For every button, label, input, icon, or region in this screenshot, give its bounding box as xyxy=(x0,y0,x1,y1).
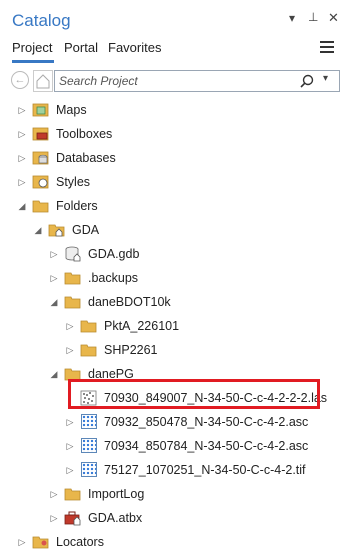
tree-item-label: SHP2261 xyxy=(104,343,158,357)
tree-item-danebdot10k[interactable]: ◢ daneBDOT10k xyxy=(0,291,350,315)
raster-icon xyxy=(81,414,97,429)
title-bar: Catalog ▾ ⊥ ✕ xyxy=(0,0,350,34)
toolbox-icon xyxy=(64,511,81,526)
folder-icon xyxy=(64,296,81,309)
folders-icon xyxy=(32,200,49,213)
expand-icon[interactable]: ▷ xyxy=(65,465,75,475)
tree-item-pkta[interactable]: ▷ PktA_226101 xyxy=(0,315,350,339)
tree-item-label: GDA xyxy=(72,223,100,237)
collapse-icon[interactable]: ◢ xyxy=(33,225,43,235)
tree-item-label: GDA.gdb xyxy=(88,247,140,261)
expand-icon[interactable]: ▷ xyxy=(49,513,59,523)
expand-icon[interactable]: ▷ xyxy=(17,105,27,115)
tree-item-label: .backups xyxy=(88,271,139,285)
catalog-pane: Catalog ▾ ⊥ ✕ Project Portal Favorites ←… xyxy=(0,0,350,553)
tree-item-label: Databases xyxy=(56,151,116,165)
tree-item-backups[interactable]: ▷ .backups xyxy=(0,267,350,291)
expand-icon[interactable]: ▷ xyxy=(49,249,59,259)
expand-icon[interactable]: ▷ xyxy=(65,441,75,451)
search-box: ▾ xyxy=(54,70,340,92)
tree-item-label: Locators xyxy=(56,535,104,549)
menu-icon[interactable] xyxy=(320,41,334,55)
pin-icon[interactable]: ⊥ xyxy=(308,10,318,24)
raster-icon xyxy=(81,438,97,453)
toolboxes-folder-icon xyxy=(32,127,49,141)
tab-project[interactable]: Project xyxy=(12,40,52,55)
back-arrow-icon[interactable]: ← xyxy=(11,71,29,89)
expand-icon[interactable]: ▷ xyxy=(17,177,27,187)
tree-item-label: PktA_226101 xyxy=(104,319,180,333)
tree-item-gda-atbx[interactable]: ▷ GDA.atbx xyxy=(0,507,350,531)
tree-item-toolboxes[interactable]: ▷ Toolboxes xyxy=(0,123,350,147)
active-tab-indicator xyxy=(12,60,54,63)
maps-folder-icon xyxy=(32,103,49,117)
expand-icon[interactable]: ▷ xyxy=(65,321,75,331)
pane-title: Catalog xyxy=(12,11,71,30)
highlight-annotation-box xyxy=(68,379,320,409)
tree-item-asc-1[interactable]: ▷ 70932_850478_N-34-50-C-c-4-2.asc xyxy=(0,411,350,435)
expand-icon[interactable]: ▷ xyxy=(65,417,75,427)
folder-icon xyxy=(64,272,81,285)
home-button[interactable] xyxy=(33,70,53,92)
raster-icon xyxy=(81,462,97,477)
tree-item-styles[interactable]: ▷ Styles xyxy=(0,171,350,195)
search-row: ← ▾ xyxy=(0,68,350,94)
tree-item-databases[interactable]: ▷ Databases xyxy=(0,147,350,171)
tree-item-label: 70934_850784_N-34-50-C-c-4-2.asc xyxy=(104,439,309,453)
expand-icon[interactable]: ▷ xyxy=(17,129,27,139)
tree-item-gda[interactable]: ◢ GDA xyxy=(0,219,350,243)
tree-item-label: ImportLog xyxy=(88,487,145,501)
home-folder-icon xyxy=(48,224,65,237)
tree-item-maps[interactable]: ▷ Maps xyxy=(0,99,350,123)
tree-item-label: Folders xyxy=(56,199,98,213)
tree-item-asc-2[interactable]: ▷ 70934_850784_N-34-50-C-c-4-2.asc xyxy=(0,435,350,459)
geodatabase-icon xyxy=(65,246,81,262)
tree-item-label: 70932_850478_N-34-50-C-c-4-2.asc xyxy=(104,415,309,429)
styles-folder-icon xyxy=(32,175,49,189)
collapse-icon[interactable]: ◢ xyxy=(49,297,59,307)
pane-options-icon[interactable]: ▾ xyxy=(289,11,295,25)
search-icon[interactable] xyxy=(299,73,315,89)
tree-item-locators[interactable]: ▷ Locators xyxy=(0,531,350,553)
collapse-icon[interactable]: ◢ xyxy=(17,201,27,211)
folder-icon xyxy=(80,320,97,333)
search-options-icon[interactable]: ▾ xyxy=(323,73,328,84)
tree-item-gda-gdb[interactable]: ▷ GDA.gdb xyxy=(0,243,350,267)
expand-icon[interactable]: ▷ xyxy=(65,345,75,355)
tree-item-label: Styles xyxy=(56,175,91,189)
tree-item-label: Maps xyxy=(56,103,87,117)
tree-item-shp[interactable]: ▷ SHP2261 xyxy=(0,339,350,363)
tree-item-label: 75127_1070251_N-34-50-C-c-4-2.tif xyxy=(104,463,306,477)
expand-icon[interactable]: ▷ xyxy=(49,489,59,499)
expand-icon[interactable]: ▷ xyxy=(17,153,27,163)
tree-item-label: daneBDOT10k xyxy=(88,295,171,309)
databases-folder-icon xyxy=(32,151,49,165)
tree-item-label: GDA.atbx xyxy=(88,511,143,525)
home-icon xyxy=(36,74,50,89)
project-tree: ▷ Maps ▷ Toolboxes ▷ Databases ▷ Styles … xyxy=(0,98,350,553)
folder-icon xyxy=(64,488,81,501)
catalog-tabs: Project Portal Favorites xyxy=(0,38,350,64)
tab-portal[interactable]: Portal xyxy=(64,40,98,55)
locators-folder-icon xyxy=(32,536,49,549)
folder-icon xyxy=(80,344,97,357)
tree-item-label: Toolboxes xyxy=(56,127,113,141)
tab-favorites[interactable]: Favorites xyxy=(108,40,161,55)
expand-icon[interactable]: ▷ xyxy=(49,273,59,283)
collapse-icon[interactable]: ◢ xyxy=(49,369,59,379)
close-icon[interactable]: ✕ xyxy=(328,10,339,26)
tree-item-importlog[interactable]: ▷ ImportLog xyxy=(0,483,350,507)
expand-icon[interactable]: ▷ xyxy=(17,537,27,547)
search-input[interactable] xyxy=(59,72,289,90)
tree-item-tif-1[interactable]: ▷ 75127_1070251_N-34-50-C-c-4-2.tif xyxy=(0,459,350,483)
tree-item-folders[interactable]: ◢ Folders xyxy=(0,195,350,219)
